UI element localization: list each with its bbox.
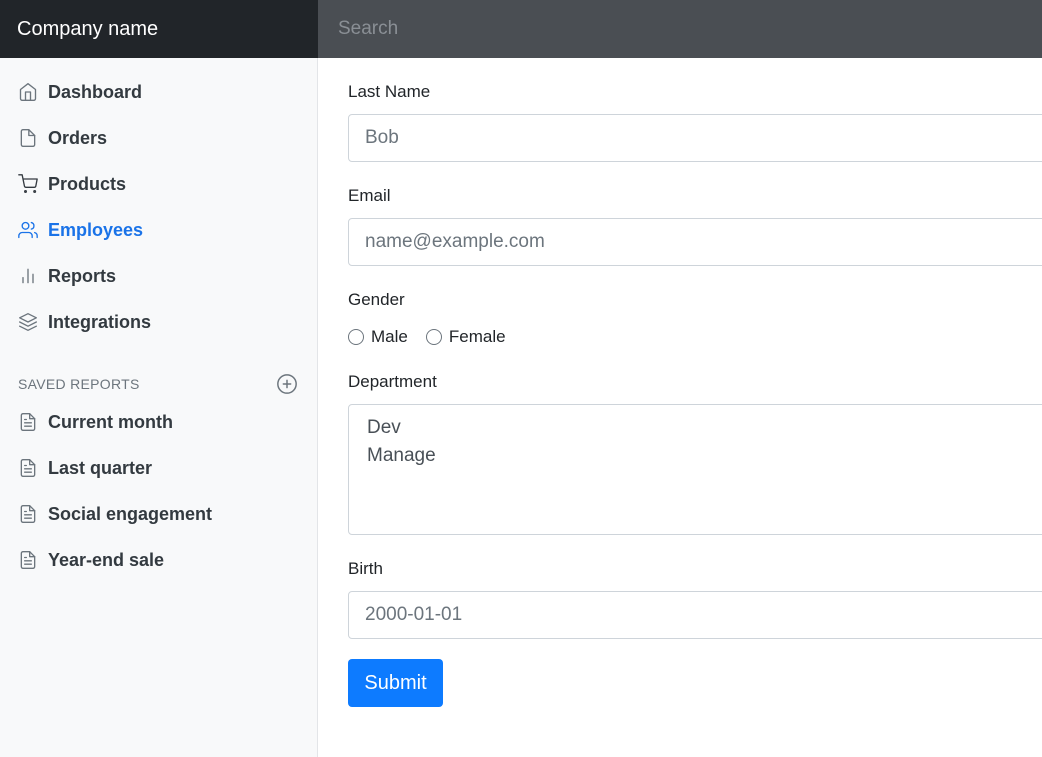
file-text-icon <box>18 550 38 570</box>
sidebar-item-orders[interactable]: Orders <box>0 115 317 161</box>
saved-reports-header: SAVED REPORTS <box>0 371 317 397</box>
birth-date-input[interactable] <box>348 591 1042 639</box>
sidebar-item-label: Integrations <box>48 311 152 332</box>
gender-radio-group: Male Female <box>348 326 1042 348</box>
submit-button[interactable]: Submit <box>348 659 443 707</box>
gender-radio-male[interactable]: Male <box>348 327 408 347</box>
top-navbar: Company name <box>0 0 1042 58</box>
sidebar-item-label: Employees <box>48 219 144 240</box>
sidebar-item-label: Products <box>48 173 127 194</box>
saved-report-current-month[interactable]: Current month <box>0 399 317 445</box>
sidebar-item-integrations[interactable]: Integrations <box>0 299 317 345</box>
home-icon <box>18 82 38 102</box>
saved-reports-list: Current month Last quarter Social engage… <box>0 399 317 583</box>
brand-name[interactable]: Company name <box>0 0 318 58</box>
layers-icon <box>18 312 38 332</box>
department-option-dev[interactable]: Dev <box>367 417 1042 445</box>
radio-button-female[interactable] <box>425 329 442 345</box>
sidebar-item-dashboard[interactable]: Dashboard <box>0 69 317 115</box>
saved-report-label: Current month <box>48 411 173 432</box>
birth-label: Birth <box>348 559 383 578</box>
email-label: Email <box>348 186 391 205</box>
saved-report-year-end-sale[interactable]: Year-end sale <box>0 537 317 583</box>
sidebar-item-label: Orders <box>48 127 108 148</box>
email-input[interactable] <box>348 218 1042 266</box>
saved-report-label: Year-end sale <box>48 549 165 570</box>
saved-report-social-engagement[interactable]: Social engagement <box>0 491 317 537</box>
department-option-manage[interactable]: Manage <box>367 445 1042 473</box>
saved-report-label: Social engagement <box>48 503 213 524</box>
employee-form: Last Name Email Gender Male Female Depar… <box>348 58 1042 707</box>
gender-label: Gender <box>348 290 405 309</box>
cart-icon <box>18 174 38 194</box>
gender-radio-female[interactable]: Female <box>425 327 506 347</box>
radio-button-male[interactable] <box>348 329 364 345</box>
sidebar-nav: Dashboard Orders Products Employees Repo… <box>0 58 317 345</box>
plus-circle-icon[interactable] <box>276 373 298 395</box>
last-name-input[interactable] <box>348 114 1042 162</box>
saved-reports-title: SAVED REPORTS <box>18 376 140 392</box>
sidebar-item-label: Reports <box>48 265 117 286</box>
sidebar: Dashboard Orders Products Employees Repo… <box>0 58 318 757</box>
sidebar-item-label: Dashboard <box>48 81 143 102</box>
bar-chart-icon <box>18 266 38 286</box>
gender-option-label: Male <box>371 327 408 346</box>
sidebar-item-products[interactable]: Products <box>0 161 317 207</box>
gender-option-label: Female <box>448 327 506 346</box>
file-text-icon <box>18 412 38 432</box>
last-name-label: Last Name <box>348 82 431 101</box>
department-select[interactable]: Dev Manage <box>348 404 1042 535</box>
file-text-icon <box>18 504 38 524</box>
department-label: Department <box>348 372 437 391</box>
saved-report-label: Last quarter <box>48 457 153 478</box>
sidebar-item-employees[interactable]: Employees <box>0 207 317 253</box>
saved-report-last-quarter[interactable]: Last quarter <box>0 445 317 491</box>
file-icon <box>18 128 38 148</box>
search-input[interactable] <box>318 0 1042 58</box>
file-text-icon <box>18 458 38 478</box>
users-icon <box>18 220 38 240</box>
sidebar-item-reports[interactable]: Reports <box>0 253 317 299</box>
